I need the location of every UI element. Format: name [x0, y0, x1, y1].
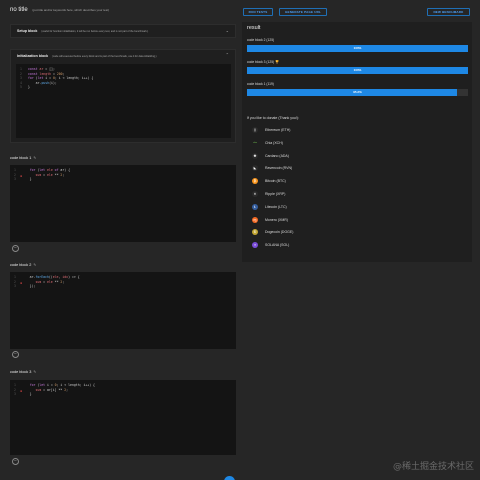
- init-block-label: Initialization block: [17, 54, 49, 58]
- remove-block-2-button[interactable]: −: [12, 351, 19, 358]
- monero-icon: ɱ: [252, 216, 258, 223]
- donate-coin-name[interactable]: Bitcoin (BTC): [265, 179, 286, 183]
- init-block-card: Initialization block (code will executed…: [10, 49, 236, 143]
- ripple-icon: ✕: [252, 191, 258, 197]
- code-block-1-code: 1 for (let ele of ar) { 2 sum = ele ** 2…: [14, 168, 71, 182]
- result-bar-text: 100%: [353, 46, 362, 50]
- generate-page-url-button[interactable]: GENERATE PAGE URL: [279, 8, 327, 16]
- init-code: 1 const ar = []; 2 const length = 200; 3 fo…: [20, 67, 94, 90]
- code-block-1-editor[interactable]: ● 1 for (let ele of ar) { 2 sum = ele **…: [10, 165, 236, 242]
- chevron-down-icon[interactable]: ⌄: [226, 28, 229, 33]
- result-bar-2: 100%: [247, 67, 468, 74]
- add-block-button[interactable]: [224, 476, 235, 480]
- new-benchmark-button[interactable]: NEW BENCHMARK: [427, 8, 470, 16]
- bitcoin-icon: ₿: [252, 178, 258, 185]
- setup-block-note: (useful for function initialization, it …: [41, 30, 149, 33]
- result-bar-text: 95.2%: [353, 90, 362, 94]
- donate-coin-name[interactable]: Chia (XCH): [265, 141, 283, 145]
- pencil-icon[interactable]: ✎: [33, 370, 36, 374]
- remove-block-3-button[interactable]: −: [12, 458, 19, 465]
- donate-coin-name[interactable]: Dogecoin (DOGE): [265, 230, 293, 234]
- code-block-3-title: code block 3 ✎: [10, 370, 36, 374]
- result-bar-text: 100%: [353, 68, 362, 72]
- donate-coin-name[interactable]: Cardano (ADA): [265, 154, 289, 158]
- chevron-up-icon[interactable]: ⌃: [226, 52, 229, 57]
- run-tests-button[interactable]: RUN TESTS: [243, 8, 273, 16]
- code-block-2-label: code block 2: [10, 263, 32, 267]
- page-title-text[interactable]: no title: [10, 7, 28, 13]
- page-title[interactable]: no title (put title and/or keywords here…: [10, 7, 109, 13]
- setup-block-label: Setup block: [17, 29, 38, 33]
- code-block-3-code: 1 for (let i = 0; i < length; i++) { 2 s…: [14, 383, 95, 397]
- donate-coin-row[interactable]: ◣ Ravencoin (RVN): [252, 165, 292, 172]
- ethereum-icon: ⟠: [252, 127, 258, 133]
- donate-title: If you like to donate (Thank you!):: [247, 116, 299, 120]
- init-block-header: Initialization block (code will executed…: [17, 54, 157, 58]
- dogecoin-icon: Ð: [252, 229, 258, 236]
- donate-coin-name[interactable]: Litecoin (LTC): [265, 205, 287, 209]
- donate-coin-name[interactable]: Monero (XMR): [265, 218, 288, 222]
- donate-coin-row[interactable]: Ł Litecoin (LTC): [252, 203, 287, 210]
- top-bar: no title (put title and/or keywords here…: [0, 0, 480, 22]
- result-panel: result code block 2 (125) 100% code bloc…: [242, 22, 472, 262]
- pencil-icon[interactable]: ✎: [33, 263, 36, 267]
- donate-coin-name[interactable]: SOLANA (SOL): [265, 243, 289, 247]
- init-block-note: (code will executed before every block a…: [52, 55, 157, 58]
- result-label-3: code block 1 (119): [247, 82, 274, 86]
- donate-coin-name[interactable]: Ravencoin (RVN): [265, 166, 292, 170]
- code-block-2-editor[interactable]: ● 1 ar.forEach((ele, idx) => { 2 sum = e…: [10, 272, 236, 349]
- donate-coin-row[interactable]: ✕ Ripple (XRP): [252, 191, 285, 197]
- result-label-2: code block 3 (125) 🏆: [247, 60, 280, 64]
- code-block-1-title: code block 1 ✎: [10, 156, 36, 160]
- donate-coin-row[interactable]: chia Chia (XCH): [252, 140, 283, 146]
- donate-coin-row[interactable]: ⟠ Ethereum (ETH): [252, 127, 290, 133]
- watermark: @稀土掘金技术社区: [392, 462, 474, 472]
- litecoin-icon: Ł: [252, 203, 258, 210]
- code-block-1-label: code block 1: [10, 156, 32, 160]
- result-label-1: code block 2 (125): [247, 38, 275, 42]
- remove-block-1-button[interactable]: −: [12, 245, 19, 252]
- code-block-2-code: 1 ar.forEach((ele, idx) => { 2 sum = ele…: [14, 275, 80, 289]
- donate-coin-row[interactable]: Ð Dogecoin (DOGE): [252, 229, 293, 236]
- result-bar-1: 100%: [247, 45, 468, 52]
- donate-coin-row[interactable]: ɱ Monero (XMR): [252, 216, 288, 223]
- init-code-editor[interactable]: 1 const ar = []; 2 const length = 200; 3 fo…: [16, 64, 231, 138]
- solana-icon: ≡: [252, 242, 258, 249]
- page-title-hint: (put title and/or keywords here, which d…: [32, 8, 110, 12]
- code-block-3-label: code block 3: [10, 370, 32, 374]
- code-block-3-editor[interactable]: ● 1 for (let i = 0; i < length; i++) { 2…: [10, 380, 236, 455]
- setup-block-header: Setup block (useful for function initial…: [17, 29, 148, 33]
- result-title: result: [247, 25, 261, 31]
- donate-coin-row[interactable]: ✺ Cardano (ADA): [252, 152, 289, 159]
- donate-coin-name[interactable]: Ripple (XRP): [265, 192, 285, 196]
- code-block-2-title: code block 2 ✎: [10, 263, 36, 267]
- cardano-icon: ✺: [252, 152, 258, 159]
- chia-icon: chia: [253, 141, 257, 144]
- result-bar-3: 95.2%: [247, 89, 468, 96]
- ravencoin-icon: ◣: [252, 165, 258, 172]
- donate-coin-row[interactable]: ≡ SOLANA (SOL): [252, 242, 289, 249]
- donate-coin-row[interactable]: ₿ Bitcoin (BTC): [252, 178, 286, 185]
- setup-block-card[interactable]: Setup block (useful for function initial…: [10, 24, 236, 38]
- donate-coin-name[interactable]: Ethereum (ETH): [265, 128, 290, 132]
- pencil-icon[interactable]: ✎: [33, 156, 36, 160]
